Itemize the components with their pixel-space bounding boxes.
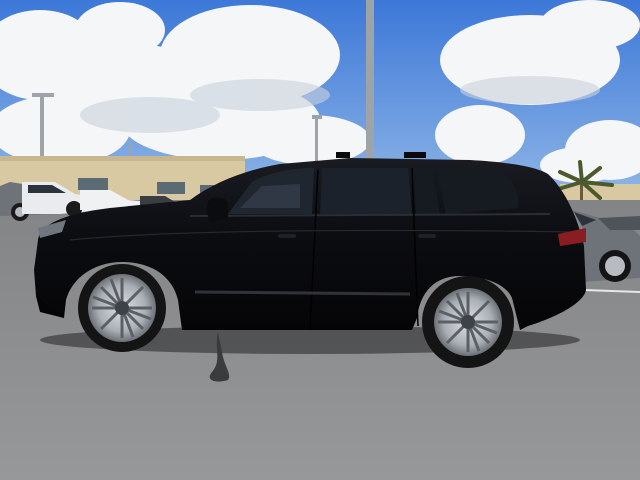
scene-svg <box>0 0 640 480</box>
rear-wheel <box>422 276 514 368</box>
photo-scene <box>0 0 640 480</box>
front-wheel <box>78 264 166 352</box>
